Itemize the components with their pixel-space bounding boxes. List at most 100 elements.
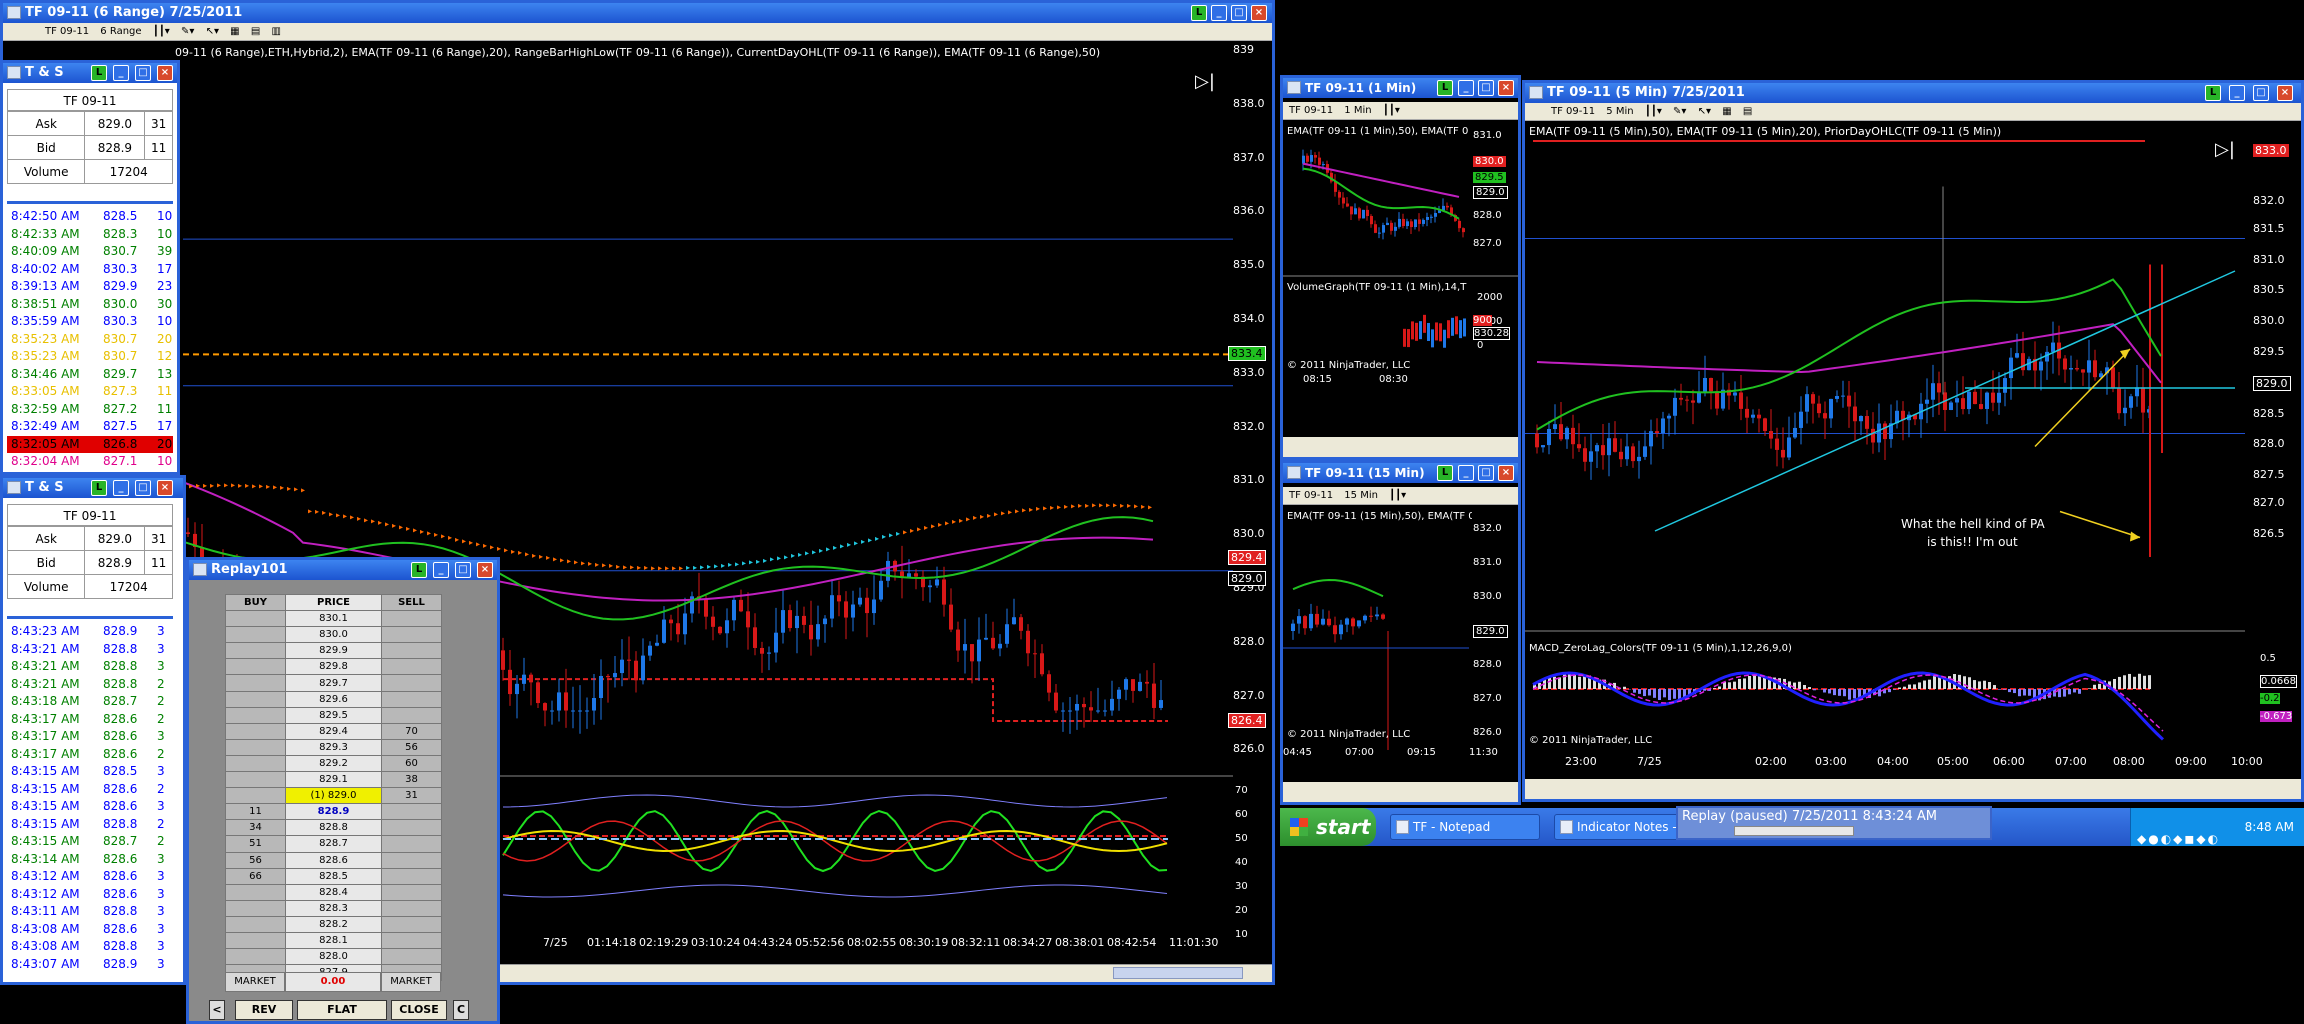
- symbol-dropdown[interactable]: TF 09-11: [1289, 102, 1333, 120]
- indicators-icon[interactable]: ▤: [251, 23, 260, 41]
- ts-row[interactable]: 8:43:08 AM 828.6 3: [7, 921, 173, 939]
- ts-row[interactable]: 8:40:02 AM 830.3 17: [7, 261, 173, 279]
- c-button[interactable]: C: [453, 1000, 469, 1020]
- ladder-cell-s[interactable]: 70: [381, 722, 442, 740]
- maximize-button[interactable]: □: [1231, 5, 1247, 21]
- ladder-cell-b[interactable]: [225, 722, 286, 740]
- ts-row[interactable]: 8:43:14 AM 828.6 3: [7, 851, 173, 869]
- price-ladder[interactable]: BUY PRICE SELL 830.1 830.0 829.9 829.8 829.7 82…: [225, 593, 442, 982]
- ladder-cell-s[interactable]: [381, 899, 442, 917]
- ladder-cell-p[interactable]: 828.6: [285, 851, 382, 869]
- ts-row[interactable]: 8:43:12 AM 828.6 3: [7, 886, 173, 904]
- ts-row[interactable]: 8:35:59 AM 830.3 10: [7, 313, 173, 331]
- maximize-button[interactable]: □: [2253, 85, 2269, 101]
- close-button[interactable]: ×: [157, 65, 173, 81]
- bar-type-icon[interactable]: ┃┃▾: [1389, 487, 1406, 505]
- ts-row[interactable]: 8:43:21 AM 828.8 3: [7, 658, 173, 676]
- ts1-list[interactable]: 8:42:50 AM 828.5 10 8:42:33 AM 828.3 10 8:40:0…: [7, 201, 173, 472]
- ladder-cell-p[interactable]: 828.5: [285, 867, 382, 885]
- ladder-cell-b[interactable]: [225, 931, 286, 950]
- ladder-cell-b[interactable]: [225, 626, 286, 644]
- properties-icon[interactable]: ▦: [1722, 103, 1731, 121]
- maximize-button[interactable]: □: [135, 480, 151, 496]
- bar-type-icon[interactable]: ┃┃▾: [153, 23, 170, 41]
- period-dropdown[interactable]: 5 Min: [1606, 103, 1633, 121]
- ladder-cell-s[interactable]: [381, 610, 442, 628]
- ladder-cell-b[interactable]: [225, 948, 286, 966]
- minimize-button[interactable]: _: [1458, 80, 1474, 96]
- ts2-titlebar[interactable]: T & S L _ □ ×: [3, 478, 183, 498]
- ladder-row[interactable]: 828.2: [225, 915, 442, 933]
- symbol-dropdown[interactable]: TF 09-11: [1289, 487, 1333, 505]
- ladder-cell-b[interactable]: [225, 787, 286, 805]
- pencil-icon[interactable]: ✎▾: [181, 23, 194, 41]
- ladder-cell-p[interactable]: 830.1: [285, 610, 382, 628]
- symbol-dropdown[interactable]: TF 09-11: [1551, 103, 1595, 121]
- ladder-cell-s[interactable]: [381, 819, 442, 837]
- ladder-row[interactable]: 66 828.5: [225, 867, 442, 885]
- ladder-cell-p[interactable]: 828.9: [285, 803, 382, 821]
- ts-row[interactable]: 8:32:49 AM 827.5 17: [7, 418, 173, 436]
- minimize-button[interactable]: _: [1211, 5, 1227, 21]
- symbol-dropdown[interactable]: TF 09-11: [45, 23, 89, 41]
- ladder-cell-b[interactable]: [225, 658, 286, 676]
- ts-row[interactable]: 8:32:59 AM 827.2 11: [7, 401, 173, 419]
- ladder-cell-s[interactable]: [381, 931, 442, 950]
- ladder-row[interactable]: 828.4: [225, 883, 442, 901]
- pencil-icon[interactable]: ✎▾: [1673, 103, 1686, 121]
- ts-row[interactable]: 8:43:12 AM 828.6 3: [7, 868, 173, 886]
- ladder-cell-s[interactable]: 38: [381, 771, 442, 789]
- ladder-cell-p[interactable]: 830.0: [285, 626, 382, 644]
- ladder-cell-s[interactable]: 60: [381, 754, 442, 773]
- ladder-cell-p[interactable]: 829.1: [285, 771, 382, 789]
- horizontal-scrollbar[interactable]: [1283, 437, 1518, 457]
- chart-15min-plot[interactable]: EMA(TF 09-11 (15 Min),50), EMA(TF 0 832.…: [1283, 507, 1518, 782]
- close-button[interactable]: ×: [1251, 5, 1267, 21]
- ladder-cell-s[interactable]: [381, 803, 442, 821]
- ts-row[interactable]: 8:43:07 AM 828.9 3: [7, 956, 173, 974]
- ts-row[interactable]: 8:43:17 AM 828.6 2: [7, 746, 173, 764]
- properties-icon[interactable]: ▦: [230, 23, 239, 41]
- ladder-cell-s[interactable]: [381, 883, 442, 901]
- ladder-cell-s[interactable]: 56: [381, 738, 442, 756]
- ts-row[interactable]: 8:43:15 AM 828.6 3: [7, 798, 173, 816]
- ts-row[interactable]: 8:43:21 AM 828.8 2: [7, 676, 173, 694]
- ladder-row[interactable]: 828.3: [225, 899, 442, 917]
- ts-row[interactable]: 8:38:51 AM 830.0 30: [7, 296, 173, 314]
- ladder-row[interactable]: 829.1 38: [225, 771, 442, 789]
- ladder-cell-p[interactable]: 828.2: [285, 915, 382, 933]
- ts-row[interactable]: 8:42:33 AM 828.3 10: [7, 226, 173, 244]
- bar-type-icon[interactable]: ┃┃▾: [1645, 103, 1662, 121]
- ts1-titlebar[interactable]: T & S L _ □ ×: [3, 63, 177, 83]
- link-button[interactable]: L: [2205, 85, 2221, 101]
- maximize-button[interactable]: □: [1478, 80, 1494, 96]
- bar-type-icon[interactable]: ┃┃▾: [1383, 102, 1400, 120]
- dom-titlebar[interactable]: Replay101 L _ □ ×: [189, 560, 497, 580]
- horizontal-scrollbar[interactable]: [1283, 782, 1518, 802]
- chart-1min-plot[interactable]: EMA(TF 09-11 (1 Min),50), EMA(TF 0 831.0…: [1283, 122, 1518, 437]
- ladder-cell-s[interactable]: [381, 690, 442, 708]
- ladder-row[interactable]: 56 828.6: [225, 851, 442, 869]
- ts-row[interactable]: 8:43:15 AM 828.6 2: [7, 781, 173, 799]
- ladder-cell-b[interactable]: [225, 771, 286, 789]
- flatten-button[interactable]: FLAT: [297, 1000, 387, 1020]
- ts-row[interactable]: 8:43:15 AM 828.8 2: [7, 816, 173, 834]
- chart-5min-plot[interactable]: EMA(TF 09-11 (5 Min),50), EMA(TF 09-11 (…: [1525, 121, 2301, 779]
- pointer-icon[interactable]: ↖▾: [206, 23, 219, 41]
- replay-title[interactable]: Replay (paused) 7/25/2011 8:43:24 AM: [1678, 808, 1990, 826]
- tray-icons[interactable]: ◆●◐◆◼◆◐: [2137, 820, 2220, 858]
- ladder-cell-s[interactable]: [381, 915, 442, 933]
- ladder-row[interactable]: 830.1: [225, 610, 442, 628]
- ladder-cell-s[interactable]: [381, 706, 442, 724]
- collapse-button[interactable]: <: [209, 1000, 225, 1020]
- ladder-row[interactable]: 829.7: [225, 674, 442, 692]
- close-button[interactable]: ×: [477, 562, 493, 578]
- close-button[interactable]: ×: [1498, 80, 1514, 96]
- minimize-button[interactable]: _: [2229, 85, 2245, 101]
- ladder-cell-s[interactable]: [381, 851, 442, 869]
- ladder-cell-p[interactable]: 828.7: [285, 835, 382, 853]
- ladder-cell-b[interactable]: [225, 899, 286, 917]
- ladder-cell-s[interactable]: [381, 948, 442, 966]
- ladder-row[interactable]: 830.0: [225, 626, 442, 644]
- indicators-icon[interactable]: ▤: [1743, 103, 1752, 121]
